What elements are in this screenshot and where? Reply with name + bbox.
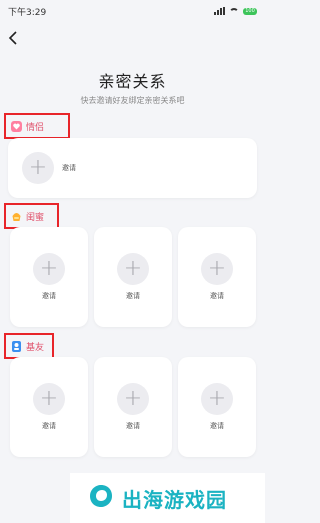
page-subtitle: 快去邀请好友绑定亲密关系吧 bbox=[80, 96, 185, 105]
section-label-text: 基友 bbox=[26, 342, 45, 353]
invite-label: 邀请 bbox=[210, 292, 224, 300]
section-label-text: 情侣 bbox=[26, 122, 45, 133]
page-title: 亲密关系 bbox=[98, 72, 167, 91]
invite-label: 邀请 bbox=[126, 292, 140, 300]
plus-icon: + bbox=[33, 383, 65, 415]
invite-label: 邀请 bbox=[126, 422, 140, 430]
section-label-text: 闺蜜 bbox=[26, 212, 45, 223]
signal-icon bbox=[214, 7, 225, 15]
section-label-bestie: 闺蜜 bbox=[4, 203, 59, 229]
person-icon bbox=[11, 340, 22, 352]
invite-card-couple[interactable]: + 邀请 bbox=[8, 138, 257, 198]
status-time: 下午3:29 bbox=[8, 7, 47, 18]
invite-card-buddy-3[interactable]: + 邀请 bbox=[178, 357, 256, 457]
invite-label: 邀请 bbox=[42, 422, 56, 430]
battery-icon: 100 bbox=[243, 7, 257, 15]
handbag-icon bbox=[11, 211, 22, 222]
invite-label: 邀请 bbox=[42, 292, 56, 300]
invite-card-buddy-2[interactable]: + 邀请 bbox=[94, 357, 172, 457]
plus-icon: + bbox=[117, 383, 149, 415]
invite-card-bestie-1[interactable]: + 邀请 bbox=[10, 227, 88, 327]
status-bar: 下午3:29 100 bbox=[0, 0, 265, 22]
plus-icon: + bbox=[33, 253, 65, 285]
invite-label: 邀请 bbox=[62, 164, 76, 172]
plus-icon: + bbox=[201, 253, 233, 285]
invite-label: 邀请 bbox=[210, 422, 224, 430]
back-button[interactable] bbox=[4, 28, 22, 48]
invite-card-buddy-1[interactable]: + 邀请 bbox=[10, 357, 88, 457]
wifi-icon bbox=[229, 7, 239, 15]
watermark-text: 出海游戏园 bbox=[122, 487, 227, 512]
section-label-couple: 情侣 bbox=[4, 113, 70, 139]
battery-level: 100 bbox=[245, 8, 255, 14]
plus-icon: + bbox=[117, 253, 149, 285]
plus-icon: + bbox=[22, 152, 54, 184]
watermark-logo-icon bbox=[88, 483, 114, 513]
heart-icon bbox=[11, 120, 22, 132]
plus-icon: + bbox=[201, 383, 233, 415]
section-label-buddy: 基友 bbox=[4, 333, 54, 359]
watermark-banner: 出海游戏园 bbox=[70, 473, 265, 523]
invite-card-bestie-2[interactable]: + 邀请 bbox=[94, 227, 172, 327]
chevron-left-icon bbox=[8, 31, 17, 45]
status-icons: 100 bbox=[214, 7, 257, 15]
invite-card-bestie-3[interactable]: + 邀请 bbox=[178, 227, 256, 327]
